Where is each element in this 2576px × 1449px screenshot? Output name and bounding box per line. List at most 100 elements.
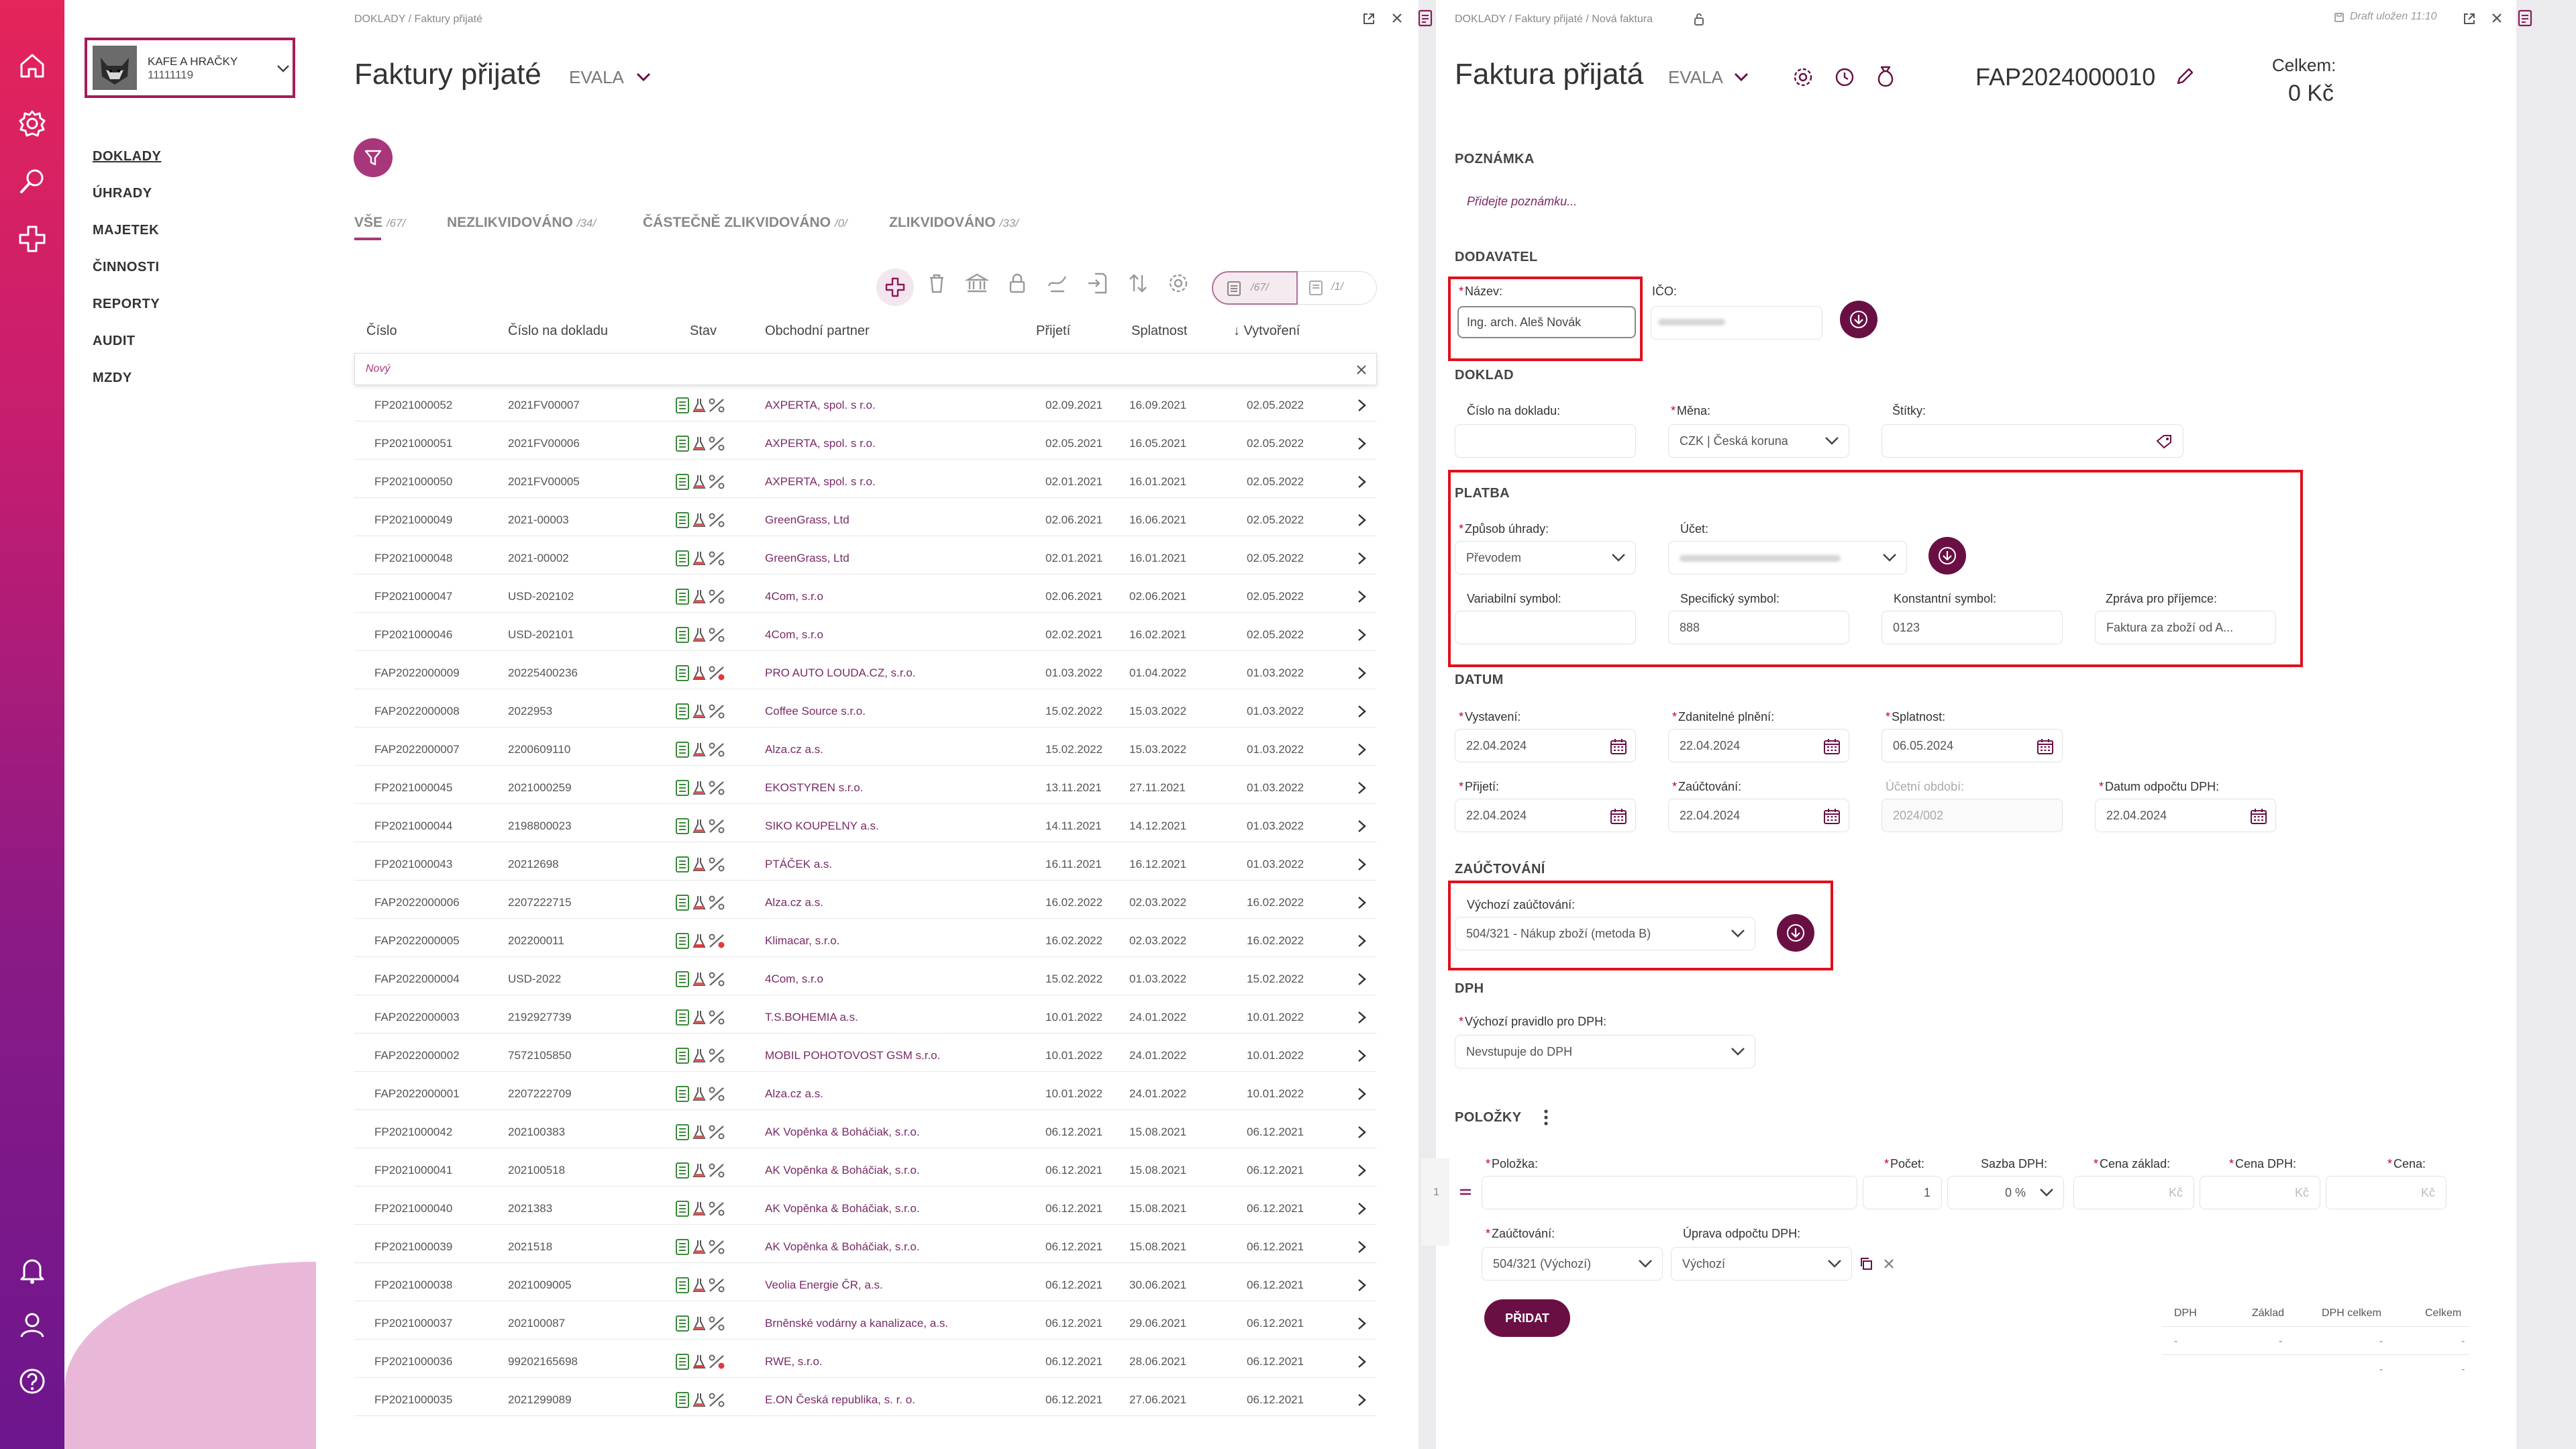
chevron-down-icon[interactable]	[636, 72, 651, 82]
filter-button[interactable]	[354, 138, 393, 177]
chevron-down-icon[interactable]	[1734, 72, 1749, 82]
nav-item-cinnosti[interactable]: ČINNOSTI	[93, 260, 160, 275]
table-row[interactable]: FP2021000044 2198800023 SIKO KOUPELNY a.s.…	[354, 810, 1377, 842]
chevron-right-icon[interactable]	[1355, 628, 1368, 642]
cell-partner[interactable]: AK Vopěnka & Boháčiak, s.r.o.	[765, 1240, 920, 1254]
more-options-icon[interactable]	[1543, 1109, 1549, 1126]
nav-item-doklady[interactable]: DOKLADY	[93, 149, 161, 164]
chevron-right-icon[interactable]	[1355, 1164, 1368, 1177]
item-name-input[interactable]	[1482, 1176, 1857, 1209]
export-icon[interactable]	[1086, 271, 1110, 295]
company-switcher[interactable]: KAFE A HRAČKY 11111119	[85, 38, 295, 98]
chevron-right-icon[interactable]	[1355, 819, 1368, 833]
column-header[interactable]: ↓ Vytvoření	[1233, 323, 1300, 339]
calendar-icon[interactable]	[1610, 738, 1627, 755]
chevron-right-icon[interactable]	[1355, 1240, 1368, 1254]
edit-icon[interactable]	[2174, 66, 2196, 87]
tab-zlikvidovano[interactable]: ZLIKVIDOVÁNO /33/	[889, 215, 1019, 231]
cell-partner[interactable]: MOBIL POHOTOVOST GSM s.r.o.	[765, 1049, 940, 1062]
base-price-input[interactable]: Kč	[2073, 1176, 2194, 1209]
vat-rate-select[interactable]: 0 %	[1947, 1176, 2064, 1209]
table-row[interactable]: FAP2022000006 2207222715 Alza.cz a.s. 16.02…	[354, 887, 1377, 919]
cell-partner[interactable]: SIKO KOUPELNY a.s.	[765, 819, 879, 833]
tab-nezlikvidovano[interactable]: NEZLIKVIDOVÁNO /34/	[447, 215, 596, 231]
new-invoice-row[interactable]: Nový	[354, 353, 1377, 385]
cell-partner[interactable]: 4Com, s.r.o	[765, 628, 823, 642]
table-row[interactable]: FP2021000035 2021299089 E.ON Česká republi…	[354, 1384, 1377, 1416]
cell-partner[interactable]: AXPERTA, spol. s r.o.	[765, 399, 876, 412]
vat-deduction-date-input[interactable]: 22.04.2024	[2095, 799, 2276, 832]
document-number-input[interactable]	[1455, 424, 1636, 458]
calendar-icon[interactable]	[1823, 738, 1841, 755]
calendar-icon[interactable]	[2250, 807, 2267, 825]
specific-symbol-input[interactable]: 888	[1668, 611, 1849, 644]
add-icon[interactable]	[17, 224, 47, 254]
chevron-right-icon[interactable]	[1355, 934, 1368, 948]
table-row[interactable]: FP2021000042 202100383 AK Vopěnka & Boháči…	[354, 1116, 1377, 1148]
posting-date-input[interactable]: 22.04.2024	[1668, 799, 1849, 832]
chevron-right-icon[interactable]	[1355, 896, 1368, 909]
load-supplier-button[interactable]	[1840, 301, 1877, 338]
settings-icon[interactable]	[1792, 66, 1814, 89]
chevron-right-icon[interactable]	[1355, 1087, 1368, 1101]
open-external-icon[interactable]	[1362, 12, 1376, 26]
close-icon[interactable]	[1391, 12, 1403, 24]
chevron-right-icon[interactable]	[1355, 590, 1368, 603]
chevron-right-icon[interactable]	[1355, 437, 1368, 450]
column-header[interactable]: Obchodní partner	[765, 323, 870, 339]
column-header[interactable]: Splatnost	[1131, 323, 1187, 339]
column-header[interactable]: Stav	[690, 323, 717, 339]
chevron-right-icon[interactable]	[1355, 858, 1368, 871]
chevron-right-icon[interactable]	[1355, 1202, 1368, 1215]
chevron-right-icon[interactable]	[1355, 781, 1368, 795]
sort-icon[interactable]	[1126, 271, 1150, 295]
chevron-right-icon[interactable]	[1355, 552, 1368, 565]
nav-item-majetek[interactable]: MAJETEK	[93, 223, 159, 238]
new-invoice-button[interactable]	[876, 268, 914, 306]
cell-partner[interactable]: AK Vopěnka & Boháčiak, s.r.o.	[765, 1202, 920, 1215]
nav-item-reporty[interactable]: REPORTY	[93, 297, 160, 312]
cell-partner[interactable]: PTÁČEK a.s.	[765, 858, 832, 871]
table-row[interactable]: FAP2022000005 202200011 Klimacar, s.r.o. 16…	[354, 925, 1377, 957]
table-row[interactable]: FP2021000043 20212698 PTÁČEK a.s. 16.11.202…	[354, 848, 1377, 881]
cell-partner[interactable]: PRO AUTO LOUDA.CZ, s.r.o.	[765, 666, 916, 680]
table-row[interactable]: FAP2022000004 USD-2022 4Com, s.r.o 15.02.20…	[354, 963, 1377, 995]
chevron-right-icon[interactable]	[1355, 1279, 1368, 1292]
table-row[interactable]: FAP2022000009 20225400236 PRO AUTO LOUDA.C…	[354, 657, 1377, 689]
view-detail-toggle[interactable]: /1/	[1298, 271, 1377, 305]
constant-symbol-input[interactable]: 0123	[1882, 611, 2063, 644]
note-input[interactable]: Přidejte poznámku...	[1467, 195, 1577, 209]
cell-partner[interactable]: 4Com, s.r.o	[765, 590, 823, 603]
cell-partner[interactable]: 4Com, s.r.o	[765, 972, 823, 986]
table-row[interactable]: FAP2022000003 2192927739 T.S.BOHEMIA a.s. 1…	[354, 1001, 1377, 1034]
chevron-right-icon[interactable]	[1355, 1317, 1368, 1330]
document-icon[interactable]	[2518, 9, 2532, 27]
default-accounting-select[interactable]: 504/321 - Nákup zboží (metoda B)	[1455, 917, 1755, 950]
cell-partner[interactable]: T.S.BOHEMIA a.s.	[765, 1011, 858, 1024]
table-row[interactable]: FP2021000039 2021518 AK Vopěnka & Boháčiak…	[354, 1231, 1377, 1263]
view-list-toggle[interactable]: /67/	[1212, 271, 1298, 305]
chevron-right-icon[interactable]	[1355, 1355, 1368, 1368]
cell-partner[interactable]: GreenGrass, Ltd	[765, 552, 849, 565]
trash-icon[interactable]	[925, 271, 949, 295]
quantity-input[interactable]: 1	[1863, 1176, 1942, 1209]
table-row[interactable]: FP2021000050 2021FV00005 AXPERTA, spol. s …	[354, 466, 1377, 498]
org-selector[interactable]: EVALA	[1668, 67, 1723, 88]
taxable-date-input[interactable]: 22.04.2024	[1668, 729, 1849, 762]
chevron-right-icon[interactable]	[1355, 1011, 1368, 1024]
org-selector[interactable]: EVALA	[569, 67, 624, 88]
vat-rule-select[interactable]: Nevstupuje do DPH	[1455, 1035, 1755, 1068]
message-input[interactable]: Faktura za zboží od A...	[2095, 611, 2276, 644]
cell-partner[interactable]: AXPERTA, spol. s r.o.	[765, 475, 876, 489]
tab-all[interactable]: VŠE /67/	[354, 215, 405, 231]
table-row[interactable]: FP2021000041 202100518 AK Vopěnka & Boháči…	[354, 1154, 1377, 1187]
home-icon[interactable]	[17, 51, 47, 81]
breadcrumb-item[interactable]: DOKLADY	[354, 13, 405, 25]
cell-partner[interactable]: Brněnské vodárny a kanalizace, a.s.	[765, 1317, 948, 1330]
calendar-icon[interactable]	[1610, 807, 1627, 825]
document-icon[interactable]	[1418, 9, 1433, 27]
close-icon[interactable]	[2491, 12, 2503, 24]
variable-symbol-input[interactable]	[1455, 611, 1636, 644]
chevron-right-icon[interactable]	[1355, 972, 1368, 986]
table-row[interactable]: FP2021000040 2021383 AK Vopěnka & Boháčiak…	[354, 1193, 1377, 1225]
